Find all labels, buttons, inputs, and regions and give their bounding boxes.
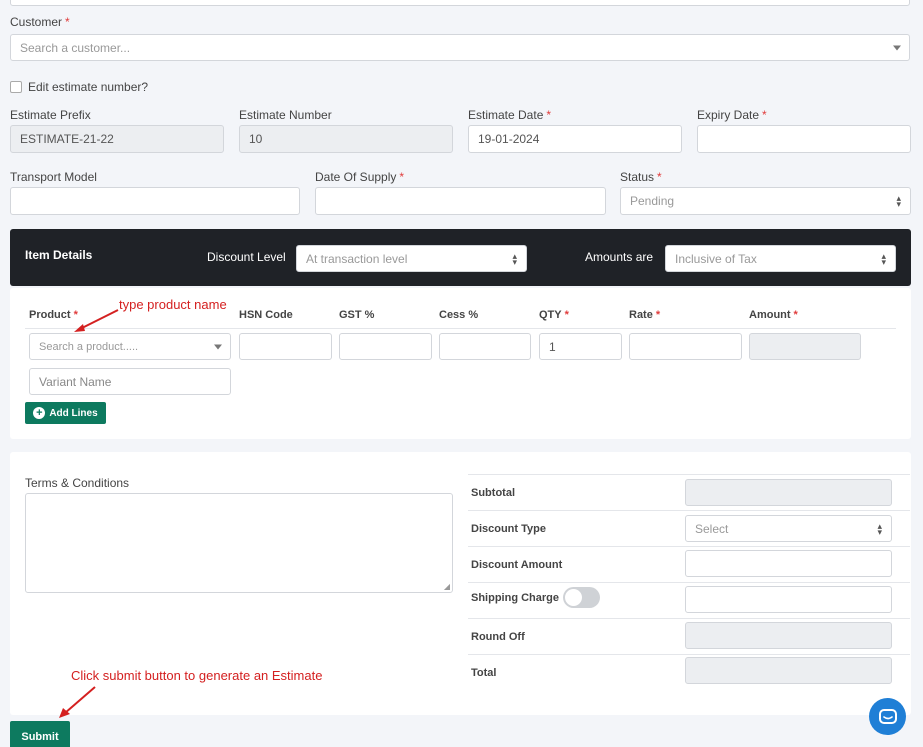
annotation-arrow-product [74,309,119,332]
total-field[interactable] [685,657,892,684]
th-rate: Rate * [629,309,661,321]
select-updown-icon: ▴ ▾ [512,250,517,267]
toggle-knob [565,589,582,606]
qty-field[interactable]: 1 [539,333,622,360]
shipping-charge-toggle[interactable] [563,587,600,608]
estimate-date-field[interactable]: 19-01-2024 [468,125,682,153]
annotation-submit-hint: Click submit button to generate an Estim… [71,668,323,683]
customer-search-select[interactable]: Search a customer... [10,34,910,61]
amounts-are-select[interactable]: Inclusive of Tax ▴ ▾ [665,245,896,272]
select-updown-icon: ▴ ▾ [881,250,886,267]
resize-handle-icon[interactable]: ◢ [444,582,450,591]
customer-placeholder: Search a customer... [20,40,131,55]
th-cess: Cess % [439,309,479,321]
status-label: Status * [620,170,662,184]
edit-estimate-checkbox[interactable] [10,81,22,93]
amount-field[interactable] [749,333,861,360]
chat-widget-button[interactable] [869,698,906,735]
estimate-date-label: Estimate Date * [468,108,552,122]
hsn-code-field[interactable] [239,333,332,360]
transport-model-field[interactable] [10,187,300,215]
estimate-prefix-field[interactable]: ESTIMATE-21-22 [10,125,224,153]
terms-textarea[interactable]: ◢ [25,493,453,593]
th-hsn: HSN Code [239,309,293,321]
edit-estimate-label: Edit estimate number? [28,80,149,94]
submit-button[interactable]: Submit [10,721,70,747]
rate-field[interactable] [629,333,742,360]
discount-level-select[interactable]: At transaction level ▴ ▾ [296,245,527,272]
estimate-prefix-label: Estimate Prefix [10,108,91,122]
subtotal-field[interactable] [685,479,892,506]
chevron-down-icon [214,344,222,349]
annotation-product-hint: type product name [119,297,227,312]
select-updown-icon: ▴ ▾ [877,520,882,537]
plus-circle-icon: + [33,407,46,419]
select-updown-icon: ▴ ▾ [896,193,901,209]
transport-model-label: Transport Model [10,170,97,184]
annotation-arrow-submit [59,686,96,718]
round-off-field[interactable] [685,622,892,649]
th-qty: QTY * [539,309,569,321]
table-divider [25,328,896,329]
add-lines-button[interactable]: + Add Lines [25,402,106,424]
amounts-are-label: Amounts are [585,250,654,264]
discount-level-label: Discount Level [207,250,286,264]
customer-label: Customer * [10,15,70,29]
status-select[interactable]: Pending ▴ ▾ [620,187,911,215]
expiry-date-field[interactable] [697,125,911,153]
product-search-select[interactable]: Search a product..... [29,333,231,360]
th-amount: Amount * [749,309,798,321]
estimate-number-label: Estimate Number [239,108,332,122]
chat-icon [878,708,897,724]
date-of-supply-label: Date Of Supply * [315,170,405,184]
expiry-date-label: Expiry Date * [697,108,767,122]
discount-type-select[interactable]: Select ▴ ▾ [685,515,892,542]
cess-field[interactable] [439,333,531,360]
th-gst: GST % [339,309,375,321]
shipping-charge-field[interactable] [685,586,892,613]
top-input-edge [10,0,910,6]
item-details-title: Item Details [25,248,93,262]
estimate-number-field[interactable]: 10 [239,125,453,153]
gst-field[interactable] [339,333,432,360]
date-of-supply-field[interactable] [315,187,606,215]
variant-name-field[interactable]: Variant Name [29,368,231,395]
terms-label: Terms & Conditions [25,476,130,490]
chevron-down-icon [893,45,901,50]
discount-amount-field[interactable] [685,550,892,577]
